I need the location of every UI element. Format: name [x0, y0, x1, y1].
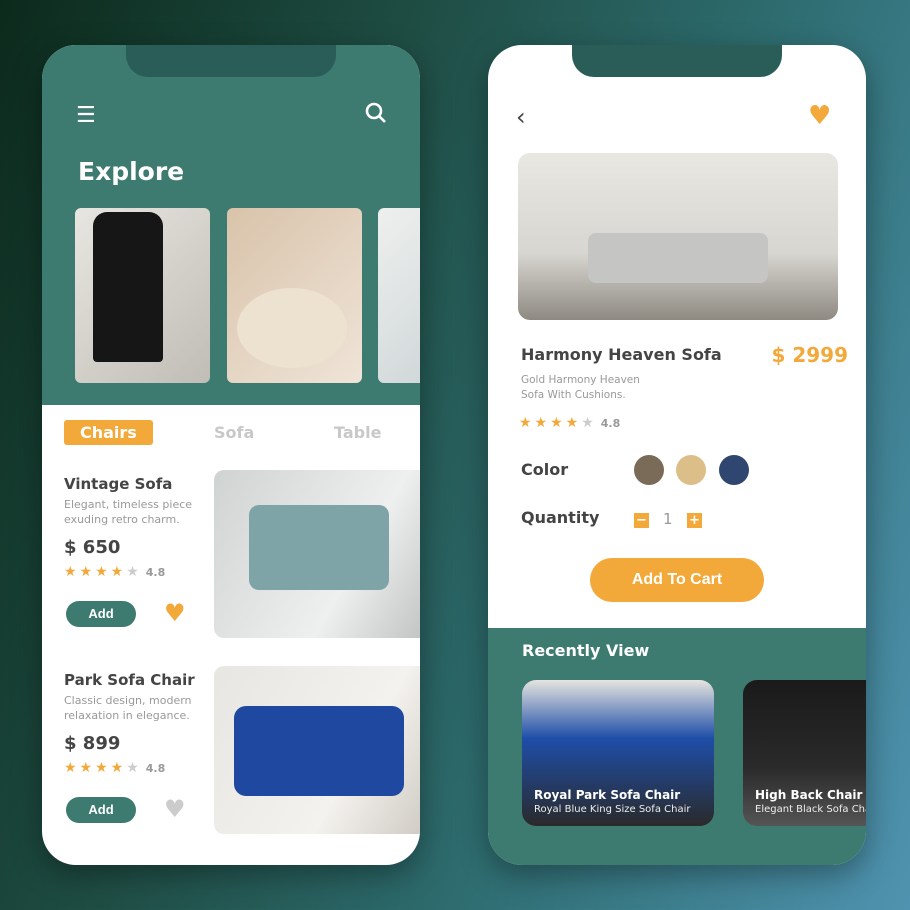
product-hero-image — [518, 153, 838, 320]
back-chevron-icon[interactable]: ‹ — [516, 103, 526, 131]
increase-quantity-button[interactable]: + — [687, 513, 702, 528]
product-image-blue-chair — [214, 666, 420, 834]
carousel-image-black-chair[interactable] — [75, 208, 210, 383]
product-description: Elegant, timeless piece exuding retro ch… — [64, 498, 193, 526]
phone-notch — [572, 45, 782, 77]
rating-value: 4.8 — [600, 417, 621, 430]
product-card[interactable]: Vintage Sofa Elegant, timeless piece exu… — [64, 470, 420, 645]
carousel-image-partial[interactable] — [378, 208, 420, 383]
page-title: Explore — [78, 157, 185, 186]
recent-item-description: Elegant Black Sofa Chair — [755, 804, 866, 815]
color-swatch-beige[interactable] — [676, 455, 706, 485]
product-description: Classic design, modern relaxation in ele… — [64, 694, 192, 722]
add-button[interactable]: Add — [66, 797, 136, 823]
search-icon[interactable] — [364, 101, 388, 131]
product-card[interactable]: Park Sofa Chair Classic design, modern r… — [64, 666, 420, 841]
recent-item-card[interactable]: High Back Chair Elegant Black Sofa Chair — [743, 680, 866, 826]
recent-item-name: High Back Chair — [755, 788, 863, 802]
quantity-value: 1 — [663, 510, 673, 528]
rating-value: 4.8 — [145, 566, 166, 579]
product-detail-screen: ‹ ♥ Harmony Heaven Sofa $ 2999 Gold Harm… — [488, 45, 866, 865]
color-label: Color — [521, 460, 569, 479]
decrease-quantity-button[interactable]: − — [634, 513, 649, 528]
phone-notch — [126, 45, 336, 77]
add-button[interactable]: Add — [66, 601, 136, 627]
heart-icon[interactable]: ♥ — [808, 101, 831, 131]
tab-sofa[interactable]: Sofa — [214, 423, 254, 442]
tab-chairs[interactable]: Chairs — [64, 420, 153, 445]
quantity-label: Quantity — [521, 508, 600, 527]
heart-icon[interactable]: ♥ — [164, 795, 186, 823]
color-swatch-brown[interactable] — [634, 455, 664, 485]
recently-viewed-title: Recently View — [522, 641, 650, 660]
carousel-image-beanbag[interactable] — [227, 208, 362, 383]
tab-table[interactable]: Table — [334, 423, 381, 442]
color-swatch-navy[interactable] — [719, 455, 749, 485]
recent-item-card[interactable]: Royal Park Sofa Chair Royal Blue King Si… — [522, 680, 714, 826]
product-price: $ 2999 — [771, 343, 848, 367]
product-image-armchair — [214, 470, 420, 638]
rating-stars: ★★★★★ 4.8 — [519, 415, 621, 431]
rating-value: 4.8 — [145, 762, 166, 775]
recent-item-name: Royal Park Sofa Chair — [534, 788, 681, 802]
recently-viewed-section: Recently View Royal Park Sofa Chair Roya… — [488, 628, 866, 865]
recent-item-description: Royal Blue King Size Sofa Chair — [534, 804, 691, 815]
add-to-cart-button[interactable]: Add To Cart — [590, 558, 764, 602]
product-title: Harmony Heaven Sofa — [521, 345, 722, 364]
explore-screen: ☰ Explore Chairs Sofa Table Vintage Sofa… — [42, 45, 420, 865]
heart-icon[interactable]: ♥ — [164, 599, 186, 627]
menu-icon[interactable]: ☰ — [76, 103, 96, 128]
product-description: Gold Harmony Heaven Sofa With Cushions. — [521, 374, 640, 401]
